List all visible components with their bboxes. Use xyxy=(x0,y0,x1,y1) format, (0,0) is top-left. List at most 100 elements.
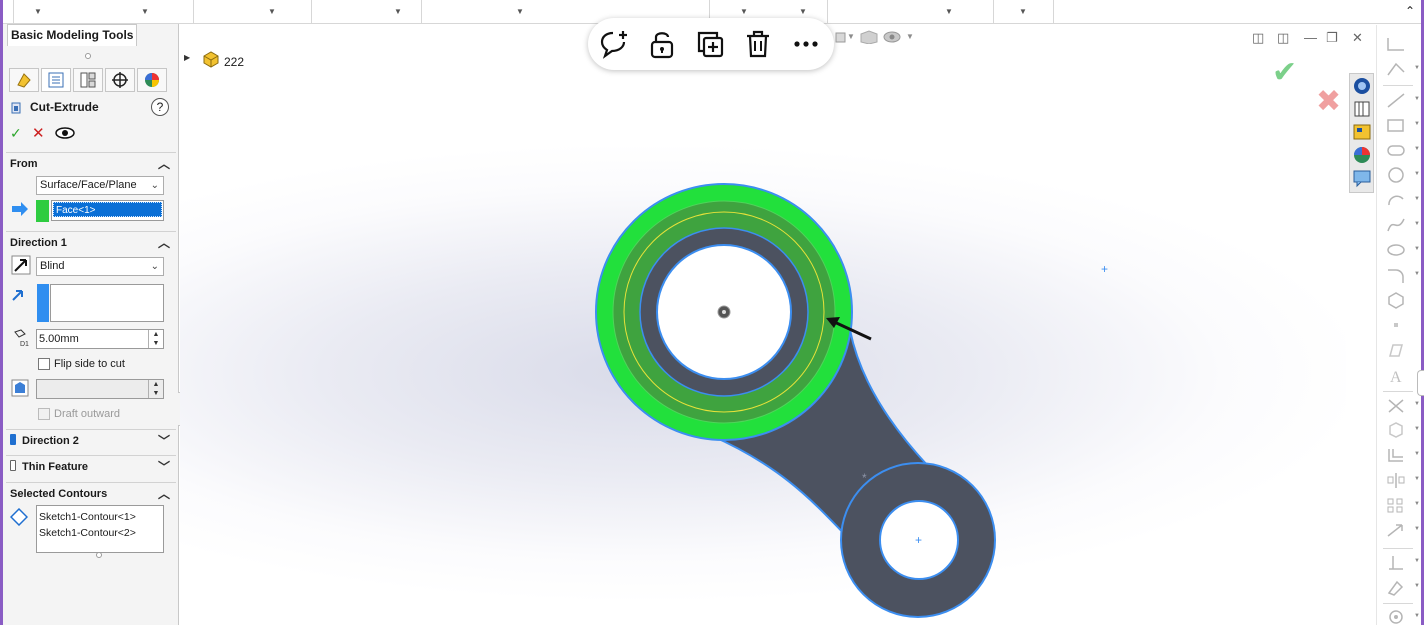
close-icon[interactable]: ✕ xyxy=(1352,30,1363,46)
file-explorer-icon[interactable] xyxy=(1352,122,1372,142)
slot-icon[interactable] xyxy=(1385,141,1407,159)
ribbon-dropdown-arrow[interactable]: ▼ xyxy=(1019,8,1027,16)
minimize-icon[interactable]: — xyxy=(1304,30,1317,45)
repair-sketch-icon[interactable] xyxy=(1385,578,1407,596)
display-style-icon[interactable] xyxy=(859,30,879,44)
chevron-down-icon[interactable]: ▼ xyxy=(1414,476,1420,482)
chevron-down-icon[interactable]: ▼ xyxy=(1414,196,1420,202)
ribbon-dropdown-arrow[interactable]: ▼ xyxy=(34,8,42,16)
ribbon-dropdown-arrow[interactable]: ▼ xyxy=(268,8,276,16)
chevron-down-icon[interactable]: ▼ xyxy=(1414,146,1420,152)
chevron-down-icon[interactable]: ▼ xyxy=(1414,65,1420,71)
split-left-icon[interactable]: ◫ xyxy=(1252,30,1264,46)
ribbon-scroll-up-icon[interactable]: ⌃ xyxy=(1405,4,1415,18)
section-direction1-header[interactable]: Direction 1 ︿ xyxy=(6,231,176,253)
direction-vector-field[interactable] xyxy=(50,284,164,322)
from-type-select[interactable]: Surface/Face/Plane ⌄ xyxy=(36,176,164,195)
checkbox-icon[interactable] xyxy=(10,460,16,471)
rectangle-icon[interactable] xyxy=(1385,116,1407,134)
collapse-chevron-up-icon[interactable]: ︿ xyxy=(158,153,170,175)
spin-down-icon[interactable]: ▼ xyxy=(149,339,163,348)
tab-dimxpert-manager[interactable] xyxy=(105,68,135,92)
section-from-header[interactable]: From ︿ xyxy=(6,152,176,174)
draft-angle-input[interactable]: ▲ ▼ xyxy=(36,379,164,399)
custom-properties-icon[interactable] xyxy=(1352,168,1372,188)
selected-face-item[interactable]: Face<1> xyxy=(53,202,162,217)
chevron-down-icon[interactable]: ▼ xyxy=(906,32,914,41)
chevron-down-icon[interactable]: ▼ xyxy=(1414,613,1420,619)
hide-show-eye-icon[interactable] xyxy=(882,30,902,44)
chevron-down-icon[interactable]: ▼ xyxy=(1414,96,1420,102)
delete-button[interactable] xyxy=(742,28,774,60)
split-right-icon[interactable]: ◫ xyxy=(1277,30,1289,46)
chevron-down-icon[interactable]: ▼ xyxy=(1414,583,1420,589)
part-name[interactable]: 222 xyxy=(224,55,244,69)
tab-property-manager[interactable] xyxy=(41,68,71,92)
expand-chevron-down-icon[interactable]: ﹀ xyxy=(158,456,170,478)
selected-contours-list[interactable]: Sketch1-Contour<1> Sketch1-Contour<2> xyxy=(36,505,164,553)
chevron-down-icon[interactable]: ▼ xyxy=(1414,271,1420,277)
confirm-cancel-x-icon[interactable]: ✖ xyxy=(1316,84,1341,119)
lock-button[interactable] xyxy=(646,28,678,60)
draft-spinner[interactable]: ▲ ▼ xyxy=(148,380,163,398)
help-button[interactable]: ? xyxy=(151,98,169,116)
add-comment-button[interactable] xyxy=(598,28,630,60)
ribbon-dropdown-arrow[interactable]: ▼ xyxy=(394,8,402,16)
linear-pattern-icon[interactable] xyxy=(1385,496,1407,514)
chevron-down-icon[interactable]: ▼ xyxy=(1414,558,1420,564)
command-tab[interactable]: Basic Modeling Tools xyxy=(7,24,137,46)
chevron-down-icon[interactable]: ▼ xyxy=(1414,246,1420,252)
ribbon-dropdown-arrow[interactable]: ▼ xyxy=(740,8,748,16)
end-condition-select[interactable]: Blind ⌄ xyxy=(36,257,164,276)
fillet-icon[interactable] xyxy=(1385,266,1407,284)
chevron-down-icon[interactable]: ▼ xyxy=(1414,401,1420,407)
list-item[interactable]: Sketch1-Contour<1> xyxy=(39,509,161,525)
circle-icon[interactable] xyxy=(1385,166,1407,184)
chevron-down-icon[interactable]: ▼ xyxy=(1414,171,1420,177)
duplicate-button[interactable] xyxy=(694,28,726,60)
plane-icon[interactable] xyxy=(1385,341,1407,359)
point-icon[interactable] xyxy=(1385,316,1407,334)
spin-up-icon[interactable]: ▲ xyxy=(149,330,163,339)
flip-side-checkbox[interactable] xyxy=(38,358,50,370)
tab-configuration-manager[interactable] xyxy=(73,68,103,92)
collapse-chevron-up-icon[interactable]: ︿ xyxy=(158,232,170,254)
ribbon-dropdown-arrow[interactable]: ▼ xyxy=(799,8,807,16)
expand-chevron-down-icon[interactable]: ﹀ xyxy=(158,430,170,452)
cancel-x-icon[interactable]: ✕ xyxy=(32,124,45,142)
arc-icon[interactable] xyxy=(1385,191,1407,209)
ribbon-dropdown-arrow[interactable]: ▼ xyxy=(516,8,524,16)
polygon-icon[interactable] xyxy=(1385,291,1407,309)
design-library-icon[interactable] xyxy=(1352,99,1372,119)
collapse-chevron-up-icon[interactable]: ︿ xyxy=(158,483,170,505)
smart-dimension-icon[interactable] xyxy=(1385,60,1407,78)
chevron-down-icon[interactable]: ▼ xyxy=(1414,121,1420,127)
section-thin-feature-header[interactable]: Thin Feature ﹀ xyxy=(6,455,176,477)
checkbox-icon[interactable] xyxy=(10,434,16,445)
appearances-icon[interactable] xyxy=(1352,145,1372,165)
convert-entities-icon[interactable] xyxy=(1385,421,1407,439)
ellipse-icon[interactable] xyxy=(1385,241,1407,259)
chevron-down-icon[interactable]: ▼ xyxy=(1414,501,1420,507)
ribbon-dropdown-arrow[interactable]: ▼ xyxy=(141,8,149,16)
chevron-down-icon[interactable]: ▼ xyxy=(1414,426,1420,432)
offset-entities-icon[interactable] xyxy=(1385,446,1407,464)
sketch-icon[interactable] xyxy=(1385,35,1407,53)
depth-spinner[interactable]: ▲ ▼ xyxy=(148,330,163,348)
preview-eye-icon[interactable] xyxy=(55,126,75,140)
trim-icon[interactable] xyxy=(1385,396,1407,414)
list-item[interactable]: Sketch1-Contour<2> xyxy=(39,525,161,541)
restore-icon[interactable]: ❐ xyxy=(1326,30,1338,46)
panel-resize-grip-icon[interactable] xyxy=(96,552,102,558)
part-model[interactable]: + * xyxy=(560,170,1020,625)
confirm-ok-check-icon[interactable]: ✔ xyxy=(1272,55,1297,90)
ribbon-dropdown-arrow[interactable]: ▼ xyxy=(945,8,953,16)
move-entities-icon[interactable] xyxy=(1385,521,1407,539)
solidworks-resources-icon[interactable] xyxy=(1352,76,1372,96)
chevron-down-icon[interactable]: ▼ xyxy=(1414,221,1420,227)
chevron-down-icon[interactable]: ▼ xyxy=(847,32,855,41)
display-relations-icon[interactable] xyxy=(1385,553,1407,571)
panel-splitter-grip-icon[interactable] xyxy=(85,53,91,59)
more-options-button[interactable] xyxy=(790,28,822,60)
spline-icon[interactable] xyxy=(1385,216,1407,234)
